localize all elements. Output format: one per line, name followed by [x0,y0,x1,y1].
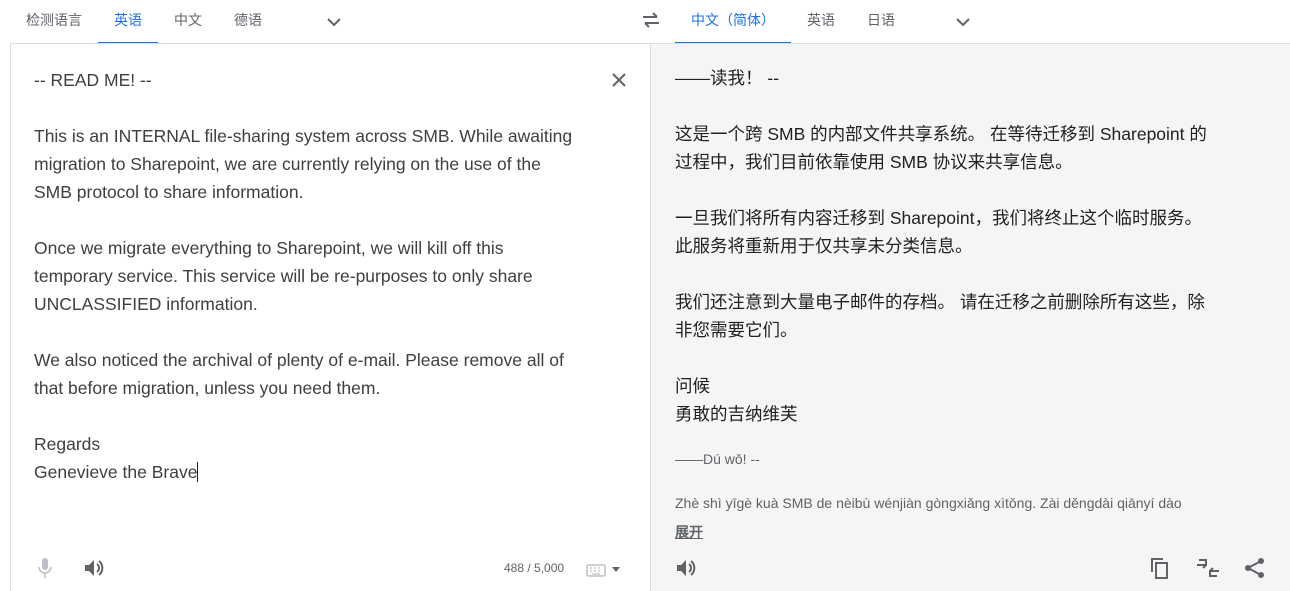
text-cursor [197,462,199,482]
chevron-down-icon[interactable] [322,10,346,34]
source-tab-english[interactable]: 英语 [98,0,158,44]
source-line [34,94,604,122]
translation-line: ——读我！ -- [675,68,780,88]
romanization-line: ——Dú wǒ! -- [675,451,760,467]
keyboard-icon[interactable] [582,556,610,584]
source-line: -- READ ME! -- [34,70,152,90]
romanization: ——Dú wǒ! -- Zhè shì yīgè kuà SMB de nèib… [675,448,1265,514]
translation-line [675,260,1235,288]
source-line: Genevieve the Brave [34,462,198,482]
translation-line: 此服务将重新用于仅共享未分类信息。 [675,236,973,256]
translation-line: 我们还注意到大量电子邮件的存档。 请在迁移之前删除所有这些，除 [675,292,1205,312]
target-tab-japanese[interactable]: 日语 [851,0,911,44]
feedback-icon[interactable] [1194,554,1222,582]
source-line: migration to Sharepoint, we are currentl… [34,154,541,174]
source-text-input[interactable]: -- READ ME! -- This is an INTERNAL file-… [34,66,604,486]
source-line: SMB protocol to share information. [34,182,304,202]
source-language-bar: 检测语言 英语 中文 德语 [10,0,650,44]
source-line: Regards [34,434,101,454]
expand-link[interactable]: 展开 [675,522,703,542]
share-icon[interactable] [1241,554,1269,582]
source-line: temporary service. This service will be … [34,266,533,286]
source-line: This is an INTERNAL file-sharing system … [34,126,573,146]
source-line [34,318,604,346]
chevron-down-icon[interactable] [951,10,975,34]
character-count: 488 / 5,000 [504,561,565,575]
copy-icon[interactable] [1145,554,1173,582]
translation-line [675,92,1235,120]
translation-line: 一旦我们将所有内容迁移到 Sharepoint，我们将终止这个临时服务。 [675,208,1203,228]
translation-line [675,176,1235,204]
source-line: UNCLASSIFIED information. [34,294,258,314]
speaker-icon[interactable] [672,554,700,582]
target-language-bar: 中文（简体） 英语 日语 [650,0,1290,44]
translation-line: 勇敢的吉纳维芙 [675,404,798,424]
source-panel: -- READ ME! -- This is an INTERNAL file-… [11,44,650,591]
translation-output: ——读我！ -- 这是一个跨 SMB 的内部文件共享系统。 在等待迁移到 Sha… [675,64,1235,428]
translation-line: 过程中，我们目前依靠使用 SMB 协议来共享信息。 [675,152,1073,172]
romanization-gap [675,470,1265,492]
source-last-line: Genevieve the Brave [34,458,604,486]
translation-panel: ——读我！ -- 这是一个跨 SMB 的内部文件共享系统。 在等待迁移到 Sha… [650,44,1290,591]
translation-line [675,344,1235,372]
target-tab-chinese-simplified[interactable]: 中文（简体） [675,0,791,44]
close-icon[interactable] [607,68,631,92]
source-tab-detect[interactable]: 检测语言 [10,0,98,44]
source-line: We also noticed the archival of plenty o… [34,350,564,370]
translation-line: 这是一个跨 SMB 的内部文件共享系统。 在等待迁移到 Sharepoint 的 [675,124,1207,144]
source-line [34,206,604,234]
speaker-icon[interactable] [80,554,108,582]
source-line: Once we migrate everything to Sharepoint… [34,238,504,258]
microphone-icon[interactable] [31,554,59,582]
translation-line: 问候 [675,376,710,396]
translation-line: 非您需要它们。 [675,320,798,340]
source-tab-chinese[interactable]: 中文 [158,0,218,44]
source-line [34,402,604,430]
target-tab-english[interactable]: 英语 [791,0,851,44]
source-tab-german[interactable]: 德语 [218,0,278,44]
source-line: that before migration, unless you need t… [34,378,381,398]
romanization-line: Zhè shì yīgè kuà SMB de nèibù wénjiàn gò… [675,495,1182,511]
keyboard-dropdown-icon[interactable] [607,556,625,584]
